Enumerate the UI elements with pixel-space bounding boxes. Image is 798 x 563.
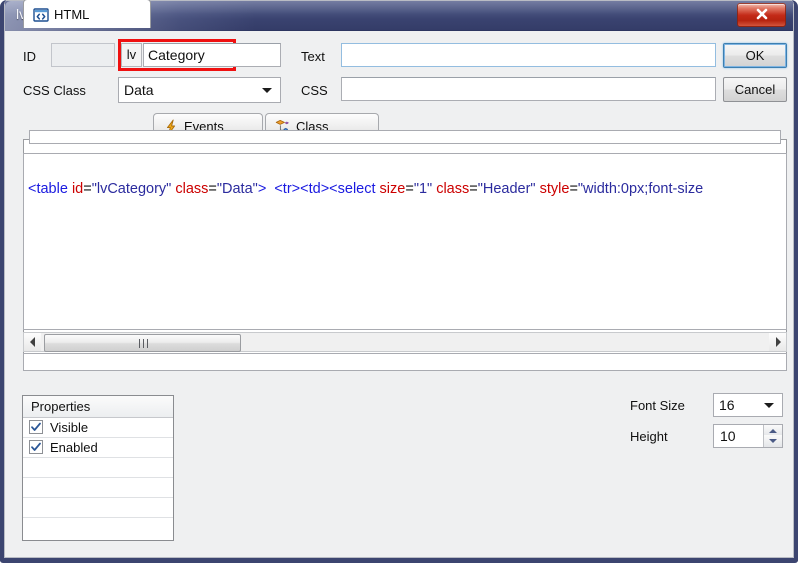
close-icon	[756, 8, 767, 20]
scrollbar-grip-icon	[138, 339, 148, 348]
name-input[interactable]: Category	[143, 43, 281, 67]
css-class-label: CSS Class	[23, 83, 86, 98]
code-editor[interactable]: <table id="lvCategory" class="Data"> <tr…	[23, 153, 787, 330]
id-label: ID	[23, 49, 36, 64]
scrollbar-thumb[interactable]	[44, 334, 241, 352]
css-label: CSS	[301, 83, 328, 98]
checkbox-enabled[interactable]	[29, 440, 43, 454]
chevron-down-icon	[764, 403, 774, 408]
text-input[interactable]	[341, 43, 716, 67]
dialog-window-inner: lvCategory ID lv Category Text OK CSS Cl…	[4, 0, 794, 558]
font-size-combo[interactable]: 16	[713, 393, 783, 417]
text-label: Text	[301, 49, 325, 64]
table-row[interactable]	[23, 518, 173, 538]
check-icon	[31, 422, 41, 431]
editor-bottom-strip	[23, 353, 787, 371]
chevron-down-icon	[262, 88, 272, 93]
id-field[interactable]	[51, 43, 115, 67]
lv-prefix-label: lv	[121, 43, 142, 67]
cancel-button[interactable]: Cancel	[723, 77, 787, 102]
close-button[interactable]	[737, 3, 786, 27]
table-row[interactable]: Visible	[23, 418, 173, 438]
tab-html[interactable]: HTML	[23, 0, 151, 28]
ok-button[interactable]: OK	[723, 43, 787, 68]
height-label: Height	[630, 429, 668, 444]
table-row[interactable]	[23, 498, 173, 518]
table-row[interactable]	[23, 478, 173, 498]
css-input[interactable]	[341, 77, 716, 101]
height-value: 10	[720, 428, 736, 444]
code-line: <table id="lvCategory" class="Data"> <tr…	[28, 181, 704, 197]
scroll-left-arrow-icon[interactable]	[24, 333, 41, 351]
table-row[interactable]: Enabled	[23, 438, 173, 458]
property-label-enabled: Enabled	[50, 440, 98, 455]
font-size-value: 16	[719, 397, 735, 413]
spinner-down-button[interactable]	[763, 435, 782, 447]
code-brackets-icon	[33, 7, 49, 23]
tab-html-label: HTML	[54, 7, 90, 22]
properties-grid[interactable]: Properties Visible Enabled	[22, 395, 174, 541]
font-size-label: Font Size	[630, 398, 685, 413]
properties-header: Properties	[23, 396, 173, 418]
dialog-window: lvCategory ID lv Category Text OK CSS Cl…	[0, 0, 798, 563]
checkbox-visible[interactable]	[29, 420, 43, 434]
code-hscrollbar[interactable]	[23, 332, 787, 352]
css-class-combo[interactable]: Data	[118, 77, 281, 103]
table-row[interactable]	[23, 458, 173, 478]
check-icon	[31, 442, 41, 451]
editor-top-field[interactable]	[29, 130, 781, 144]
scroll-right-arrow-icon[interactable]	[769, 333, 786, 351]
property-label-visible: Visible	[50, 420, 89, 435]
height-spinner[interactable]: 10	[713, 424, 783, 448]
css-class-value: Data	[124, 82, 154, 98]
